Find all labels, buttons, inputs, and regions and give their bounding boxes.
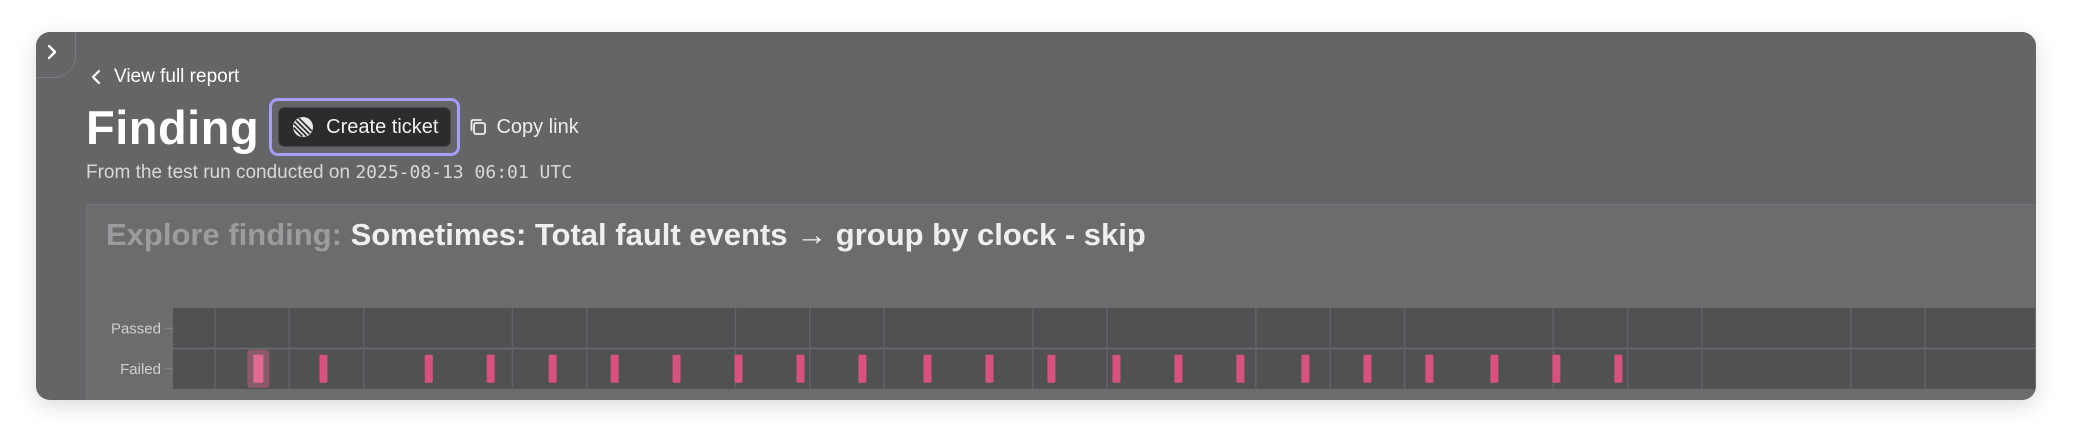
chevron-right-icon: [47, 44, 57, 60]
view-full-report-link[interactable]: View full report: [90, 66, 239, 88]
failure-mark[interactable]: [985, 354, 994, 383]
page-title: Finding: [86, 100, 260, 154]
finding-timeline-chart: Passed Failed Jul 21 Jul 22 Jul 23 Jul 25 Jul …: [111, 308, 2035, 400]
failure-mark[interactable]: [1614, 354, 1623, 383]
failure-mark[interactable]: [1236, 354, 1245, 383]
copy-link-label: Copy link: [496, 115, 579, 138]
row-label-failed: Failed: [120, 361, 161, 378]
failure-mark[interactable]: [1047, 354, 1056, 383]
failure-mark[interactable]: [1174, 354, 1183, 383]
failure-mark[interactable]: [734, 354, 743, 383]
x-tick-label: Aug 9: [1609, 398, 1646, 400]
failure-mark[interactable]: [858, 354, 867, 383]
failure-mark[interactable]: [1363, 354, 1372, 383]
failure-mark[interactable]: [1490, 354, 1499, 383]
x-tick-label: Aug 8: [1535, 398, 1572, 400]
failure-mark[interactable]: [610, 354, 619, 383]
failure-mark[interactable]: [1301, 354, 1310, 383]
subtitle-prefix: From the test run conducted on: [86, 162, 351, 183]
test-run-subtitle: From the test run conducted on 2025-08-1…: [86, 162, 572, 184]
x-tick-label: Jul 25: [494, 398, 532, 400]
x-tick-label: Aug 6: [1386, 398, 1423, 400]
copy-link-button[interactable]: Copy link: [468, 115, 579, 139]
create-ticket-focus-ring: Create ticket: [269, 98, 461, 156]
failure-mark[interactable]: [253, 354, 264, 383]
create-ticket-label: Create ticket: [326, 115, 439, 138]
failure-mark[interactable]: [1552, 354, 1561, 383]
linear-logo-icon: [293, 117, 314, 137]
x-tick-label: Aug 13: [1903, 398, 1948, 400]
failure-mark[interactable]: [1425, 354, 1434, 383]
failure-mark[interactable]: [923, 354, 932, 383]
failure-mark[interactable]: [672, 354, 681, 383]
chevron-left-icon: [91, 69, 101, 85]
failure-mark[interactable]: [486, 354, 495, 383]
view-full-report-label: View full report: [114, 66, 240, 87]
create-ticket-button[interactable]: Create ticket: [278, 107, 452, 147]
x-tick-label: Jul 22: [271, 398, 309, 400]
failure-mark[interactable]: [796, 354, 805, 383]
x-tick-label: Aug 4: [1238, 398, 1275, 400]
row-label-passed: Passed: [111, 320, 161, 337]
failure-mark[interactable]: [319, 354, 328, 383]
explore-finding-panel: Explore finding: Sometimes: Total fault …: [86, 204, 2036, 400]
x-tick-label: Jul 28: [717, 398, 755, 400]
x-tick-label: Jul 23: [345, 398, 383, 400]
failure-mark[interactable]: [424, 354, 433, 383]
x-tick-label: Aug 2: [1089, 398, 1126, 400]
sidebar-toggle-button[interactable]: [36, 32, 76, 78]
x-tick-label: Aug 1: [1015, 398, 1052, 400]
x-tick-label: Aug 5: [1312, 398, 1349, 400]
failure-mark[interactable]: [548, 354, 557, 383]
x-tick-label: Jul 21: [196, 398, 234, 400]
test-run-timestamp: 2025-08-13 06:01 UTC: [355, 162, 573, 183]
copy-icon: [471, 119, 487, 135]
x-tick-label: Aug 12: [1828, 398, 1873, 400]
failure-mark[interactable]: [1112, 354, 1121, 383]
title-row: Finding Create ticket Copy link: [86, 98, 579, 156]
finding-window: View full report Finding Create ticket C…: [36, 32, 2036, 400]
x-tick-label: Jul 26: [568, 398, 606, 400]
x-tick-label: Jul 30: [865, 398, 903, 400]
x-tick-label: Jul 29: [791, 398, 829, 400]
x-tick-label: Aug 10: [1680, 398, 1725, 400]
